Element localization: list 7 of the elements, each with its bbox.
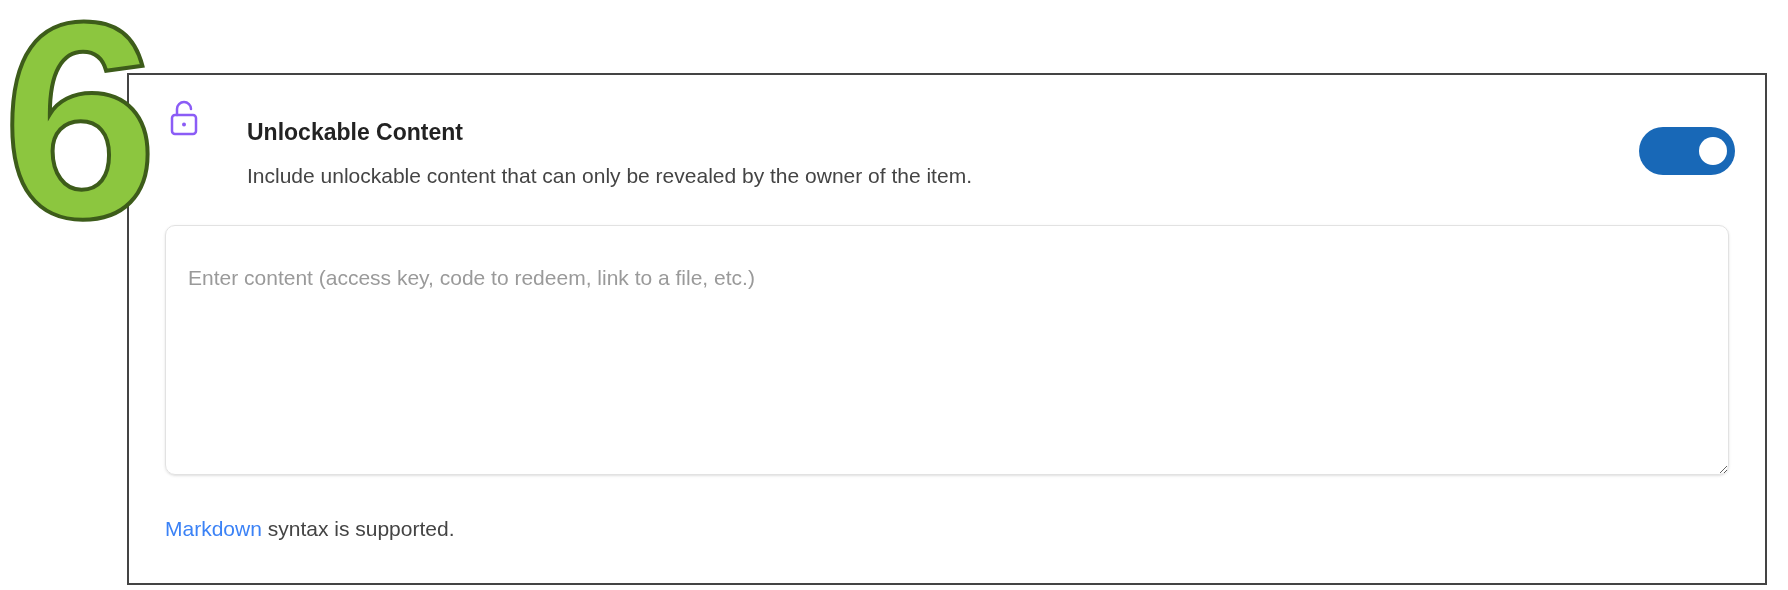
content-field[interactable]: Enter content (access key, code to redeem, link to a file, etc.): [165, 225, 1729, 475]
padlock-icon: [169, 99, 199, 137]
section-title: Unlockable Content: [247, 118, 464, 147]
markdown-link[interactable]: Markdown: [165, 517, 262, 540]
section-description: Include unlockable content that can only be revealed by the owner of the item.: [247, 162, 973, 189]
markdown-note: Markdown syntax is supported.: [165, 516, 456, 542]
toggle-switch[interactable]: [1639, 127, 1735, 175]
